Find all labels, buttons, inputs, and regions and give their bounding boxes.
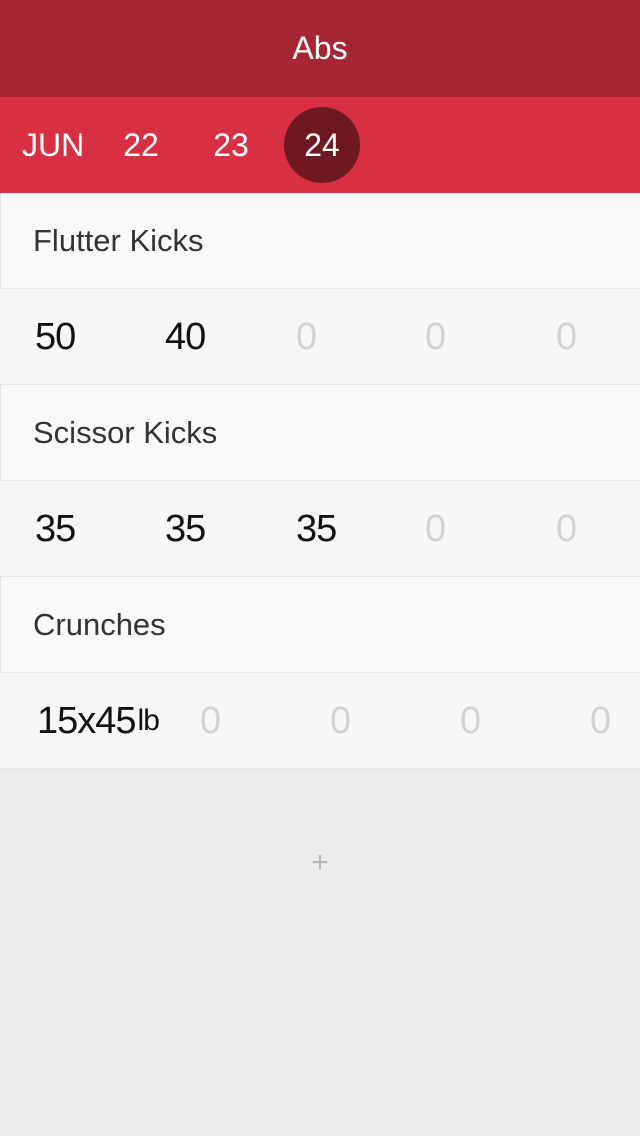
set-value-empty[interactable]: 0 (296, 289, 317, 385)
set-value[interactable]: 35 (35, 481, 76, 577)
set-value-empty[interactable]: 0 (200, 673, 221, 769)
date-day-24-selected[interactable]: 24 (284, 107, 360, 183)
set-unit: lb (137, 704, 160, 737)
app-screen: Abs JUN 22 23 24 Flutter Kicks 50 40 0 0… (0, 0, 640, 1136)
set-value-empty[interactable]: 0 (556, 481, 577, 577)
date-month-label: JUN (22, 126, 85, 163)
set-value[interactable]: 35 (165, 481, 206, 577)
set-reps-weight: 15x45 (37, 699, 137, 742)
date-selector: JUN 22 23 24 (0, 97, 640, 193)
exercise-header-crunches[interactable]: Crunches (0, 577, 640, 673)
exercise-header-scissor-kicks[interactable]: Scissor Kicks (0, 385, 640, 481)
set-value-empty[interactable]: 0 (556, 289, 577, 385)
set-value-empty[interactable]: 0 (425, 289, 446, 385)
add-exercise-button[interactable]: + (304, 846, 336, 879)
set-value-weighted[interactable]: 15x45 lb (37, 673, 160, 769)
exercise-name: Crunches (33, 606, 166, 642)
set-value[interactable]: 35 (296, 481, 337, 577)
exercise-name: Scissor Kicks (33, 414, 218, 450)
set-value-empty[interactable]: 0 (460, 673, 481, 769)
date-day-23[interactable]: 23 (193, 107, 269, 183)
set-value-empty[interactable]: 0 (425, 481, 446, 577)
set-value[interactable]: 40 (165, 289, 206, 385)
set-value[interactable]: 50 (35, 289, 76, 385)
sets-row-scissor-kicks: 35 35 35 0 0 (0, 481, 640, 577)
set-value-empty[interactable]: 0 (330, 673, 351, 769)
navigation-bar: Abs (0, 0, 640, 97)
exercise-name: Flutter Kicks (33, 222, 204, 258)
exercise-header-flutter-kicks[interactable]: Flutter Kicks (0, 193, 640, 289)
page-title: Abs (292, 30, 348, 66)
date-day-22[interactable]: 22 (103, 107, 179, 183)
sets-row-crunches: 15x45 lb 0 0 0 0 (0, 673, 640, 769)
sets-row-flutter-kicks: 50 40 0 0 0 (0, 289, 640, 385)
set-value-empty[interactable]: 0 (590, 673, 611, 769)
empty-area: + (0, 769, 640, 1136)
